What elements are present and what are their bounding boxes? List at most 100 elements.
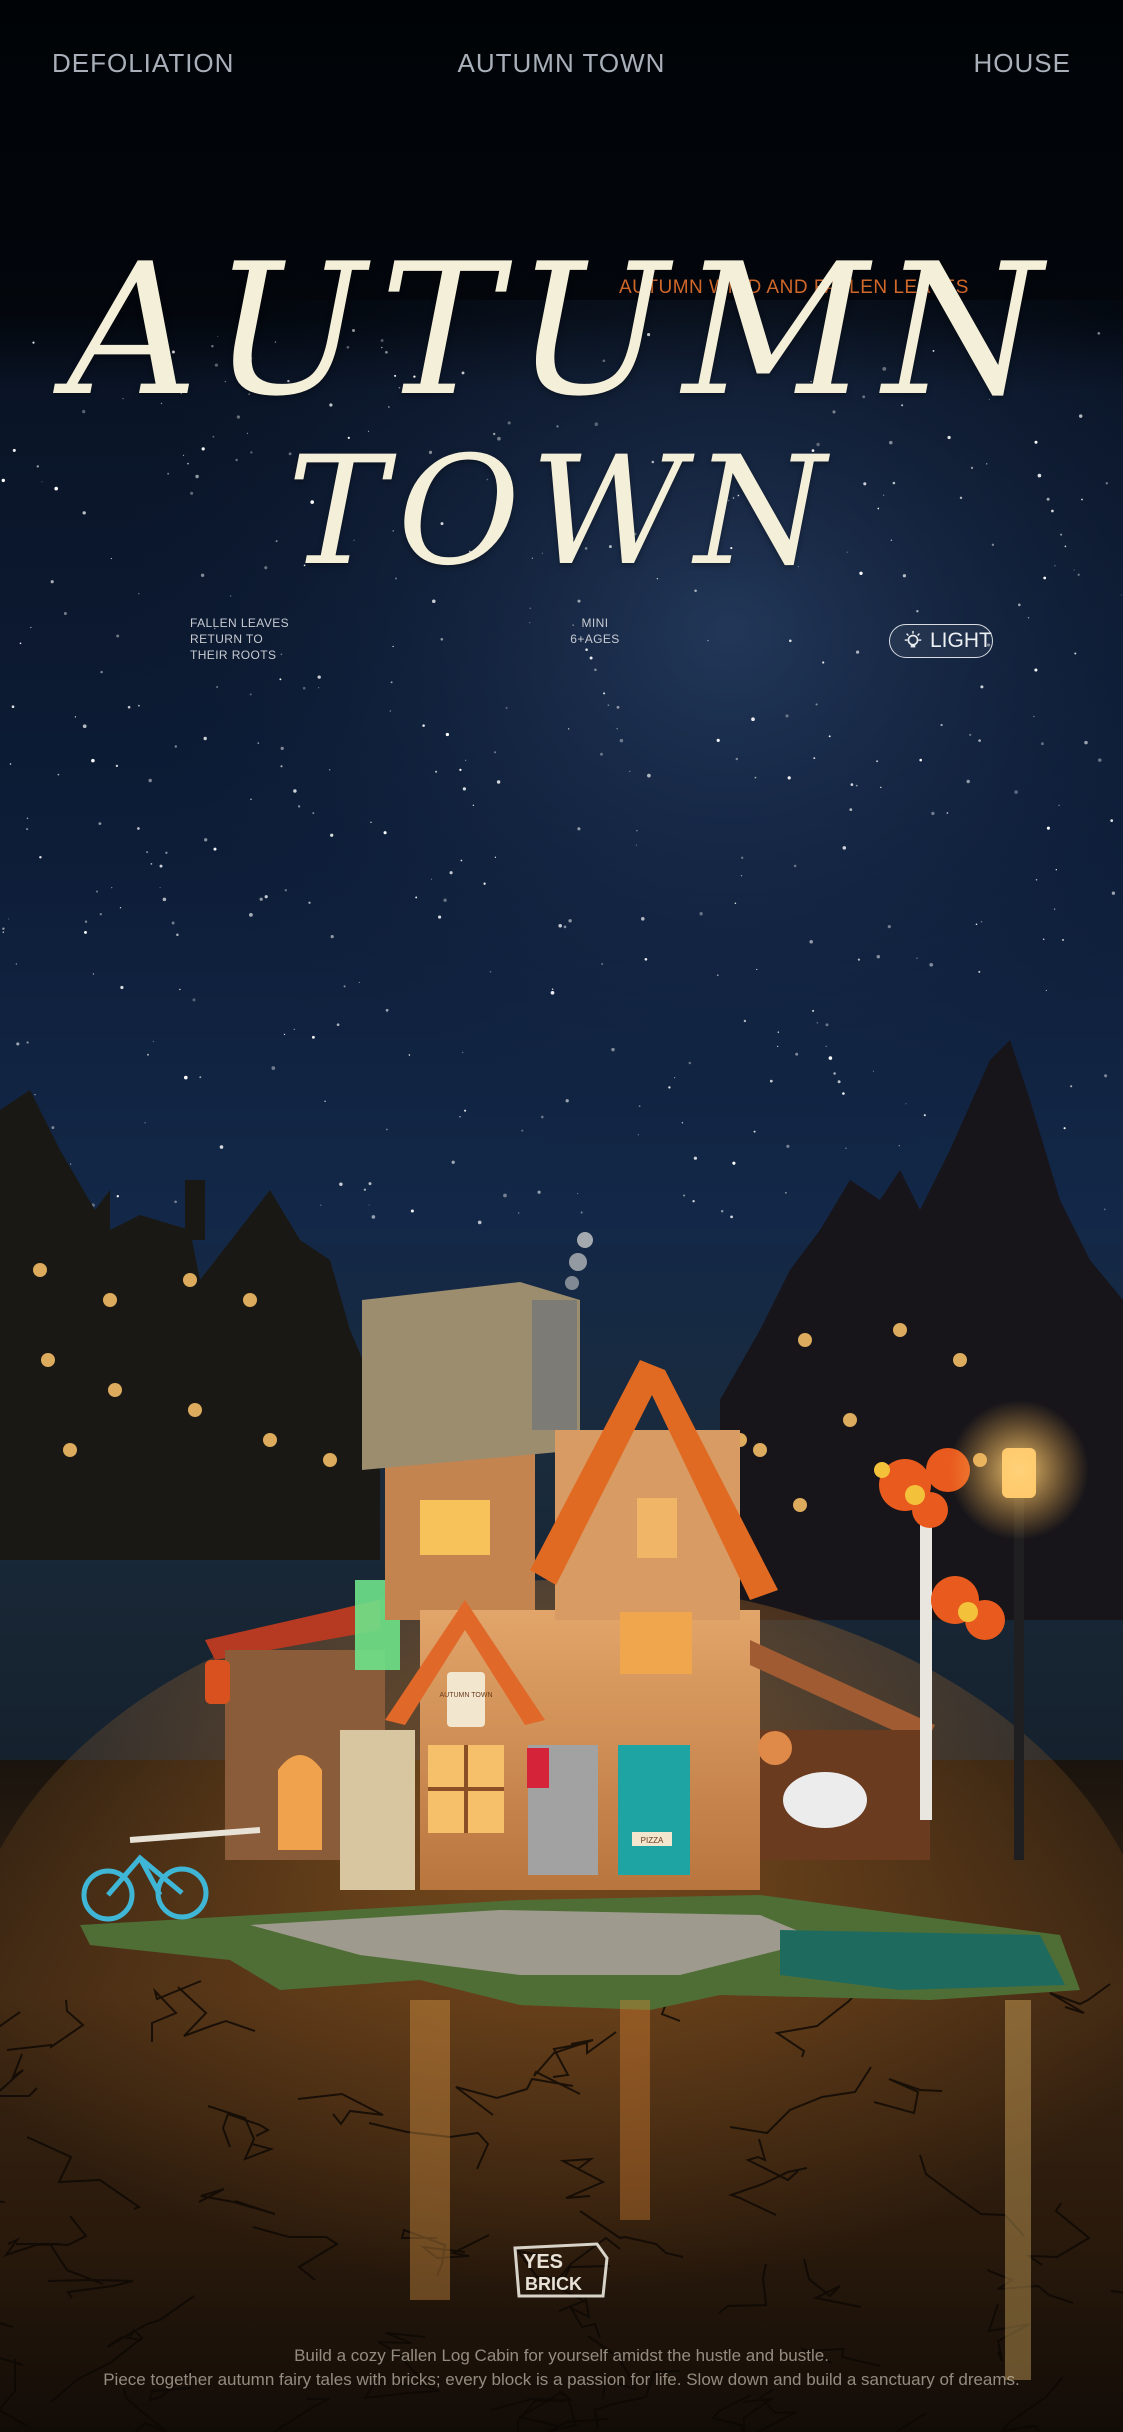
star (828, 1056, 833, 1060)
smoke-puff (569, 1253, 587, 1271)
star (1098, 758, 1102, 762)
star (472, 804, 475, 806)
star (111, 886, 113, 889)
star (842, 1092, 845, 1095)
star (257, 742, 260, 744)
star (887, 925, 891, 929)
star (146, 851, 149, 854)
star (1033, 715, 1035, 718)
star (849, 808, 853, 812)
star (1104, 1074, 1108, 1078)
shed-arch-door (278, 1755, 322, 1850)
star (99, 913, 102, 916)
star (619, 738, 624, 743)
star (171, 921, 175, 925)
star (837, 1080, 841, 1084)
star (162, 897, 167, 902)
star (978, 970, 981, 973)
star (249, 693, 252, 696)
star (464, 1109, 467, 1112)
star (812, 1009, 815, 1012)
star (165, 851, 168, 854)
star (616, 728, 618, 730)
star (410, 1209, 414, 1213)
star (518, 1212, 520, 1214)
star (9, 763, 12, 765)
star (250, 798, 252, 800)
star (159, 864, 163, 868)
star (385, 1008, 389, 1012)
star (435, 770, 438, 773)
star (445, 732, 450, 737)
star (916, 610, 919, 613)
chimney (532, 1300, 577, 1430)
star (311, 1035, 315, 1039)
info-left-line: THEIR ROOTS (190, 648, 277, 662)
town-light (243, 1293, 257, 1307)
star (777, 1045, 779, 1048)
star (1027, 616, 1030, 619)
star (440, 638, 444, 641)
town-light (63, 1443, 77, 1457)
star (946, 812, 949, 814)
star (577, 1192, 579, 1195)
star (271, 1066, 276, 1070)
star (880, 786, 882, 789)
star (635, 844, 637, 846)
star (551, 988, 554, 991)
star (84, 930, 87, 934)
star (828, 735, 831, 738)
star (872, 1070, 874, 1072)
star (459, 1116, 461, 1118)
star (1062, 938, 1064, 941)
star (716, 738, 720, 742)
star (611, 1047, 615, 1052)
star (1017, 603, 1021, 607)
star (2, 927, 5, 930)
caption-line-2: Piece together autumn fairy tales with b… (103, 2370, 1020, 2389)
star (845, 1147, 847, 1150)
star (692, 1200, 695, 1203)
star (568, 919, 572, 923)
upper-window (620, 1612, 692, 1674)
star (607, 704, 610, 707)
star (199, 1076, 202, 1079)
light-badge: LIGHT (889, 624, 993, 658)
star (734, 902, 737, 905)
star (174, 745, 177, 748)
star (568, 728, 570, 730)
star (26, 828, 29, 831)
star (600, 752, 603, 756)
star (721, 1210, 724, 1213)
star (777, 1031, 780, 1033)
star (754, 776, 757, 779)
star (876, 760, 879, 763)
star (249, 913, 253, 917)
star (116, 1195, 119, 1198)
brand-logo-line-1: YES (523, 2251, 563, 2273)
star (26, 1041, 29, 1044)
star (489, 970, 492, 973)
shop-sign-round (758, 1731, 792, 1765)
star (565, 1099, 569, 1103)
town-light (843, 1413, 857, 1427)
star (422, 724, 425, 727)
star (540, 1115, 544, 1119)
star (740, 875, 743, 877)
town-light (263, 1433, 277, 1447)
star (975, 923, 978, 926)
star (116, 634, 120, 638)
info-left-line: RETURN TO (190, 632, 264, 646)
white-horse (783, 1772, 867, 1828)
star (699, 912, 703, 916)
star (730, 1215, 733, 1219)
star (1074, 652, 1077, 655)
star (793, 864, 797, 868)
star (503, 1193, 507, 1198)
star (980, 921, 983, 923)
star (795, 1052, 799, 1056)
star (15, 963, 18, 965)
star (98, 822, 102, 825)
birch-trunk (920, 1520, 932, 1820)
caption-line-1: Build a cozy Fallen Log Cabin for yourse… (294, 2346, 829, 2365)
